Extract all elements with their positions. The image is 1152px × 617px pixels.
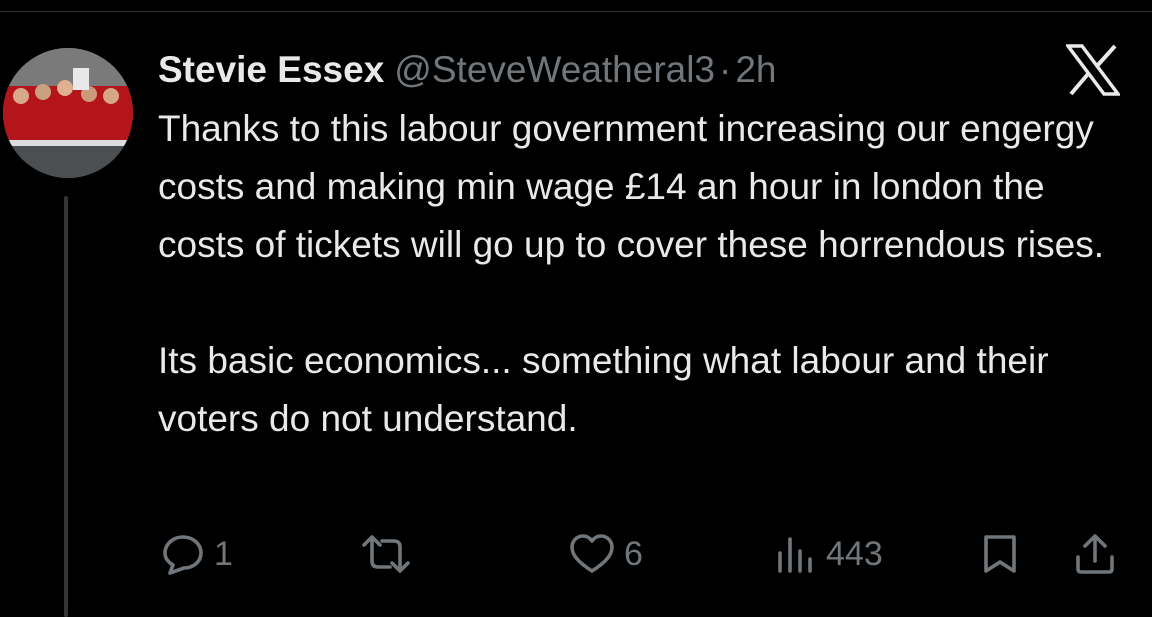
views-icon	[774, 531, 818, 577]
action-bar: 1 6 443	[0, 524, 1152, 584]
avatar[interactable]	[3, 48, 133, 178]
retweet-button[interactable]	[358, 524, 422, 584]
x-logo-icon	[1064, 44, 1122, 96]
tweet-paragraph: Its basic economics... something what la…	[158, 340, 1049, 439]
avatar-image	[3, 48, 133, 178]
heart-icon	[568, 531, 616, 577]
author-handle[interactable]: @SteveWeatheral3	[394, 48, 715, 92]
like-count: 6	[624, 534, 643, 573]
author-name[interactable]: Stevie Essex	[158, 48, 384, 92]
like-button[interactable]: 6	[568, 524, 643, 584]
separator-dot: ·	[719, 49, 732, 90]
views-button[interactable]: 443	[774, 524, 883, 584]
share-button[interactable]	[1072, 524, 1118, 584]
tweet-text: Thanks to this labour government increas…	[158, 100, 1118, 448]
reply-icon	[160, 531, 206, 577]
tweet-paragraph: Thanks to this labour government increas…	[158, 108, 1104, 265]
views-count: 443	[826, 534, 883, 573]
share-icon	[1072, 531, 1118, 577]
bookmark-icon	[978, 531, 1022, 577]
bookmark-button[interactable]	[978, 524, 1022, 584]
top-divider	[0, 11, 1152, 12]
timestamp[interactable]: 2h	[735, 48, 776, 92]
reply-button[interactable]: 1	[160, 524, 233, 584]
tweet-header: Stevie Essex @SteveWeatheral3 · 2h	[158, 48, 777, 92]
retweet-icon	[358, 531, 414, 577]
reply-count: 1	[214, 534, 233, 573]
